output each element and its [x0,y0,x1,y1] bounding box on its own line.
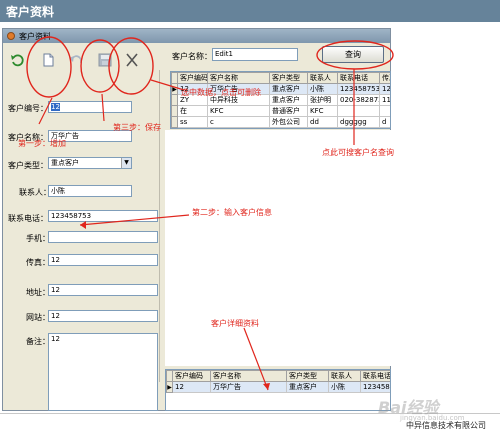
table-cell[interactable]: 020-3828737 [337,94,380,106]
add-document-icon [43,53,54,67]
table-cell[interactable]: ss [177,116,208,128]
column-header[interactable]: 客户编码 [172,370,211,382]
window-title-bar: 客户资料 [3,29,390,43]
phone-field[interactable]: 123458753 [48,210,158,222]
remark-textarea[interactable]: 12 [48,333,158,411]
refresh-icon [11,54,24,67]
company-name: 中异信息技术有限公司 [406,421,486,430]
search-input[interactable]: Edit1 [212,48,298,61]
mobile-label: 手机： [26,234,50,243]
remark-label: 备注： [26,337,50,346]
table-cell[interactable]: d [379,116,390,128]
type-label: 客户类型： [8,161,48,170]
annotation-step3: 第三步：保存 [113,123,161,132]
search-label: 客户名称： [172,52,212,61]
annotation-step2: 第二步：输入客户信息 [192,208,272,217]
column-header[interactable]: 客户名称 [207,72,270,84]
grid-empty-area [165,130,391,366]
table-row[interactable]: ss c 外包公司 dd dggggg d [171,116,390,128]
table-cell[interactable]: 110 [379,94,390,106]
column-header[interactable]: 联系电话 [360,370,390,382]
search-button[interactable]: 查询 [322,46,384,63]
column-header[interactable]: 客户类型 [269,72,308,84]
contact-label: 联系人： [19,188,51,197]
customer-code-field[interactable]: 12 [48,101,132,113]
column-header[interactable]: 联系人 [307,72,338,84]
column-header[interactable]: 联系人 [328,370,361,382]
table-cell[interactable]: 小陈 [307,83,338,95]
contact-field[interactable]: 小陈 [48,185,132,197]
table-cell[interactable]: 张护明 [307,94,338,106]
table-cell[interactable] [379,105,390,117]
mobile-field[interactable] [48,231,158,243]
fax-label: 传真： [26,258,50,267]
annotation-search-hint: 点此可搜客户名查询 [322,148,394,157]
annotation-step1: 第一步：增加 [18,139,66,148]
table-cell[interactable]: 12 [379,83,390,95]
delete-icon [126,53,138,67]
code-label: 客户编号： [8,104,48,113]
annotation-delete-hint: 选中数据，点击可删除 [181,88,261,97]
table-row[interactable]: ▶12万华广告重点客户小陈123458753 [166,381,390,393]
column-header[interactable]: 联系电话 [337,72,380,84]
table-cell[interactable]: 外包公司 [269,116,308,128]
save-icon [98,53,112,67]
customer-list-grid[interactable]: 客户编码客户名称客户类型联系人联系电话传真 ▶12万华广告重点客户小陈12345… [170,71,391,129]
undo-icon [69,55,82,64]
table-cell[interactable]: 万华广告 [210,381,287,393]
website-field[interactable]: 12 [48,310,158,322]
address-field[interactable]: 12 [48,284,158,296]
table-cell[interactable]: KFC [307,105,338,117]
table-cell[interactable]: 小陈 [328,381,361,393]
annotation-detail-hint: 客户详细资料 [211,319,259,328]
chevron-down-icon[interactable]: ▼ [121,158,131,168]
table-cell[interactable]: c [207,116,270,128]
app-icon [7,32,15,40]
table-cell[interactable] [337,105,380,117]
table-row[interactable]: 在 KFC 普通客户 KFC [171,105,390,117]
table-cell[interactable]: KFC [207,105,270,117]
column-header[interactable]: 客户类型 [286,370,329,382]
table-cell[interactable]: dd [307,116,338,128]
table-cell[interactable]: 重点客户 [269,94,308,106]
app-title-bar: 客户资料 [0,0,500,22]
column-header[interactable]: 传真 [379,72,390,84]
table-cell[interactable]: 12 [172,381,211,393]
phone-label: 联系电话： [8,214,48,223]
fax-field[interactable]: 12 [48,254,158,266]
address-label: 地址： [26,288,50,297]
website-label: 网站： [26,313,50,322]
table-cell[interactable]: 123458753 [360,381,390,393]
column-header[interactable]: 客户编码 [177,72,208,84]
customer-detail-grid[interactable]: 客户编码客户名称客户类型联系人联系电话 ▶12万华广告重点客户小陈1234587… [165,369,391,411]
customer-type-select[interactable]: 重点客户 ▼ [48,157,132,169]
app-title: 客户资料 [6,5,55,19]
table-cell[interactable]: 在 [177,105,208,117]
table-cell[interactable]: 123458753 [337,83,380,95]
window-title: 客户资料 [19,32,51,41]
table-cell[interactable]: dggggg [337,116,380,128]
table-cell[interactable]: 重点客户 [269,83,308,95]
table-cell[interactable]: 普通客户 [269,105,308,117]
table-cell[interactable]: 重点客户 [286,381,329,393]
column-header[interactable]: 客户名称 [210,370,287,382]
